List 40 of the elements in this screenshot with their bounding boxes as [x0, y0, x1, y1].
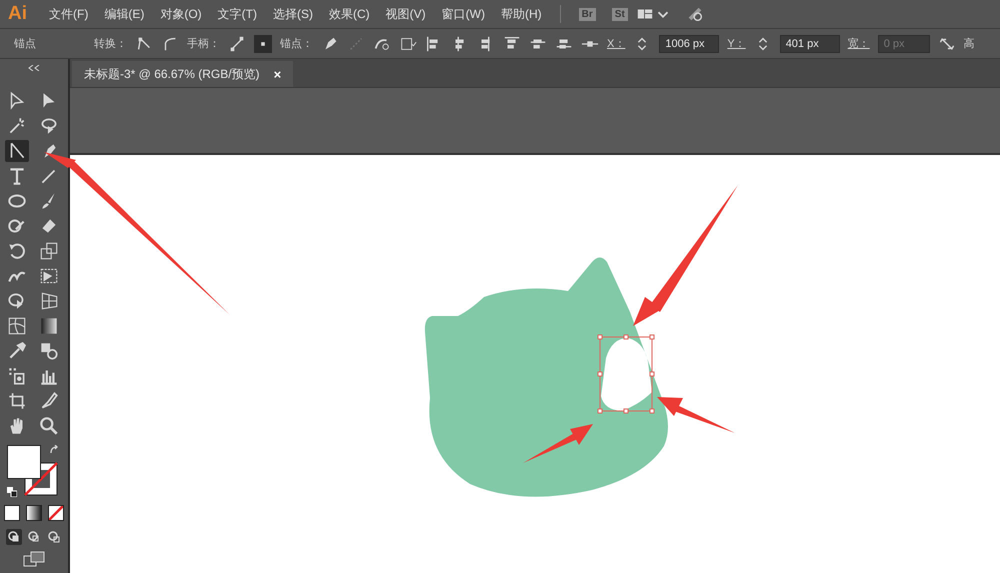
menu-item[interactable]: 文件(F) [41, 6, 96, 22]
collapse-panel-icon[interactable] [28, 65, 40, 71]
close-tab-button[interactable]: × [274, 66, 282, 82]
hide-handles-icon[interactable] [254, 34, 272, 52]
x-input-field[interactable]: 1006 px [659, 34, 720, 52]
x-label: X： [607, 37, 626, 51]
selection-bounding-box[interactable] [598, 334, 654, 414]
menu-item[interactable]: 文字(T) [210, 6, 265, 22]
width-label: 宽： [848, 36, 870, 51]
none-mode-button[interactable] [48, 505, 64, 521]
anchors-label: 锚点： [280, 36, 313, 51]
fill-swatch[interactable] [7, 445, 41, 479]
menu-item[interactable]: 效果(C) [320, 6, 378, 22]
screen-mode-icon[interactable] [23, 551, 45, 567]
show-handles-icon[interactable] [228, 34, 246, 52]
document-title: 未标题-3* @ 66.67% (RGB/预览) [84, 66, 260, 82]
menu-item[interactable]: 窗口(W) [434, 6, 493, 22]
stock-button[interactable]: St [612, 8, 628, 20]
menu-item[interactable]: 对象(O) [152, 6, 210, 22]
gradient-mode-button[interactable] [26, 505, 42, 521]
menu-item[interactable]: 帮助(H) [492, 6, 550, 22]
pointer-arrow [523, 424, 593, 463]
height-label: 高 [964, 36, 975, 51]
menu-item[interactable]: 视图(V) [378, 6, 434, 22]
y-input-field[interactable]: 401 px [780, 34, 840, 52]
draw-mode-icon[interactable] [46, 529, 62, 545]
app-logo: Ai [7, 3, 28, 25]
y-label: Y： [727, 37, 746, 51]
color-mode-button[interactable] [4, 505, 20, 521]
draw-mode-icon[interactable] [6, 529, 22, 545]
menu-item[interactable]: 选择(S) [264, 6, 321, 22]
document-tab[interactable]: 未标题-3* @ 66.67% (RGB/预览) × [72, 61, 294, 87]
bridge-button[interactable]: Br [578, 8, 596, 20]
default-colors-icon[interactable] [7, 487, 17, 497]
swap-icon[interactable] [49, 445, 59, 455]
selection-type-label: 锚点 [13, 36, 37, 51]
convert-label: 转换： [94, 37, 127, 51]
line-segment-icon[interactable] [5, 140, 29, 162]
menu-item[interactable]: 编辑(E) [96, 6, 152, 22]
handles-label: 手柄： [187, 37, 220, 51]
